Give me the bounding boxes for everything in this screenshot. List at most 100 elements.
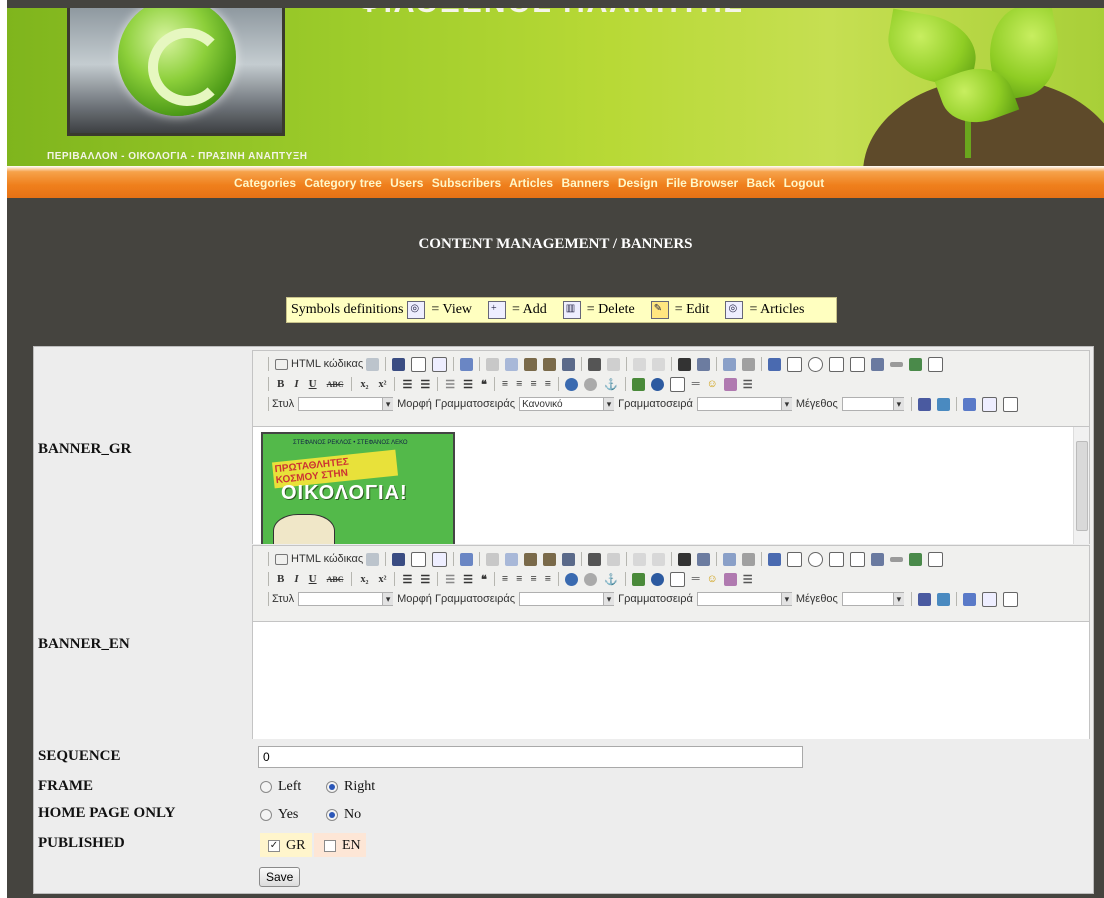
undo-icon[interactable] bbox=[633, 357, 647, 371]
nav-design[interactable]: Design bbox=[618, 176, 658, 190]
nav-articles[interactable]: Articles bbox=[509, 176, 553, 190]
document-icon[interactable] bbox=[460, 357, 474, 371]
replace-icon[interactable] bbox=[697, 357, 711, 371]
smiley-icon[interactable]: ☺ bbox=[707, 378, 718, 390]
image-button-icon[interactable] bbox=[909, 357, 923, 371]
select-all-icon[interactable] bbox=[723, 552, 737, 566]
frame-left-option[interactable]: Left bbox=[260, 779, 301, 795]
button-field-icon[interactable] bbox=[890, 556, 904, 562]
select-all-icon[interactable] bbox=[723, 357, 737, 371]
checkbox-icon[interactable] bbox=[787, 551, 803, 567]
style-select[interactable] bbox=[298, 397, 394, 411]
link-icon[interactable] bbox=[565, 377, 579, 391]
size-select[interactable] bbox=[841, 397, 904, 411]
checkbox-icon[interactable] bbox=[787, 356, 803, 372]
image-icon[interactable] bbox=[631, 377, 645, 391]
editor-scrollbar[interactable] bbox=[1073, 427, 1089, 544]
strike-icon[interactable]: ABC bbox=[327, 380, 344, 389]
align-right-icon[interactable]: ≡ bbox=[530, 573, 536, 585]
special-char-icon[interactable] bbox=[723, 377, 737, 391]
text-color-icon[interactable] bbox=[917, 397, 931, 411]
template-icon[interactable] bbox=[366, 357, 380, 371]
site-logo[interactable] bbox=[67, 8, 285, 136]
redo-icon[interactable] bbox=[652, 552, 666, 566]
home-yes-radio[interactable] bbox=[260, 809, 272, 821]
style-select[interactable] bbox=[298, 592, 394, 606]
textfield-icon[interactable] bbox=[829, 356, 845, 372]
justify-icon[interactable]: ≡ bbox=[545, 378, 551, 390]
source-icon[interactable] bbox=[275, 358, 288, 370]
show-blocks-icon[interactable] bbox=[981, 396, 997, 412]
radio-icon[interactable] bbox=[808, 551, 824, 567]
remove-format-icon[interactable] bbox=[742, 552, 756, 566]
save-icon[interactable] bbox=[392, 357, 406, 371]
outdent-icon[interactable]: ☰ bbox=[445, 573, 455, 586]
image-button-icon[interactable] bbox=[909, 552, 923, 566]
font-select[interactable] bbox=[696, 592, 792, 606]
image-icon[interactable] bbox=[631, 572, 645, 586]
nav-categories[interactable]: Categories bbox=[234, 176, 296, 190]
paste-icon[interactable] bbox=[524, 357, 538, 371]
paste-word-icon[interactable] bbox=[562, 357, 576, 371]
indent-icon[interactable]: ☰ bbox=[463, 378, 473, 391]
save-button[interactable]: Save bbox=[259, 867, 301, 887]
format-select[interactable] bbox=[519, 592, 615, 606]
paste-text-icon[interactable] bbox=[543, 552, 557, 566]
copy-icon[interactable] bbox=[505, 357, 519, 371]
flash-icon[interactable] bbox=[650, 572, 664, 586]
bold-icon[interactable]: B bbox=[277, 378, 284, 390]
paste-text-icon[interactable] bbox=[543, 357, 557, 371]
align-center-icon[interactable]: ≡ bbox=[516, 378, 522, 390]
italic-icon[interactable]: I bbox=[294, 573, 298, 585]
textfield-icon[interactable] bbox=[829, 551, 845, 567]
italic-icon[interactable]: I bbox=[294, 378, 298, 390]
radio-icon[interactable] bbox=[808, 356, 824, 372]
textarea-icon[interactable] bbox=[850, 356, 866, 372]
published-gr-option[interactable]: ✓ GR bbox=[268, 838, 305, 854]
print-icon[interactable] bbox=[588, 552, 602, 566]
strike-icon[interactable]: ABC bbox=[327, 575, 344, 584]
textarea-icon[interactable] bbox=[850, 551, 866, 567]
home-no-option[interactable]: No bbox=[326, 807, 361, 823]
new-page-icon[interactable] bbox=[411, 356, 427, 372]
font-select[interactable] bbox=[696, 397, 792, 411]
unlink-icon[interactable] bbox=[584, 377, 598, 391]
home-no-radio[interactable] bbox=[326, 809, 338, 821]
subscript-icon[interactable]: x₂ bbox=[360, 574, 368, 585]
spellcheck-icon[interactable] bbox=[607, 357, 621, 371]
frame-right-radio[interactable] bbox=[326, 781, 338, 793]
source-icon[interactable] bbox=[275, 553, 288, 565]
nav-category-tree[interactable]: Category tree bbox=[304, 176, 381, 190]
nav-banners[interactable]: Banners bbox=[561, 176, 609, 190]
published-en-checkbox[interactable] bbox=[324, 840, 336, 852]
published-gr-checkbox[interactable]: ✓ bbox=[268, 840, 280, 852]
underline-icon[interactable]: U bbox=[309, 378, 317, 390]
align-right-icon[interactable]: ≡ bbox=[530, 378, 536, 390]
hidden-field-icon[interactable] bbox=[928, 551, 944, 567]
banner-en-content[interactable] bbox=[253, 621, 1089, 739]
outdent-icon[interactable]: ☰ bbox=[445, 378, 455, 391]
help-icon[interactable] bbox=[1002, 591, 1018, 607]
background-color-icon[interactable] bbox=[936, 592, 950, 606]
superscript-icon[interactable]: x² bbox=[378, 574, 386, 585]
smiley-icon[interactable]: ☺ bbox=[707, 573, 718, 585]
replace-icon[interactable] bbox=[697, 552, 711, 566]
blockquote-icon[interactable]: ❝ bbox=[481, 378, 487, 391]
anchor-icon[interactable]: ⚓ bbox=[604, 573, 618, 586]
subscript-icon[interactable]: x₂ bbox=[360, 379, 368, 390]
find-icon[interactable] bbox=[678, 552, 692, 566]
frame-right-option[interactable]: Right bbox=[326, 779, 375, 795]
new-page-icon[interactable] bbox=[411, 551, 427, 567]
document-icon[interactable] bbox=[460, 552, 474, 566]
redo-icon[interactable] bbox=[652, 357, 666, 371]
paste-icon[interactable] bbox=[524, 552, 538, 566]
special-char-icon[interactable] bbox=[723, 572, 737, 586]
align-left-icon[interactable]: ≡ bbox=[502, 378, 508, 390]
banner-gr-content[interactable]: ΣΤΕΦΑΝΟΣ ΡΕΚΛΟΣ • ΣΤΕΦΑΝΟΣ ΛΕΚΟ ΠΡΩΤΑΘΛΗ… bbox=[253, 426, 1089, 544]
print-icon[interactable] bbox=[588, 357, 602, 371]
nav-back[interactable]: Back bbox=[747, 176, 776, 190]
form-icon[interactable] bbox=[768, 552, 782, 566]
page-break-icon[interactable]: ☰ bbox=[743, 573, 753, 586]
maximize-icon[interactable] bbox=[962, 397, 976, 411]
numbered-list-icon[interactable]: ☰ bbox=[402, 378, 412, 391]
